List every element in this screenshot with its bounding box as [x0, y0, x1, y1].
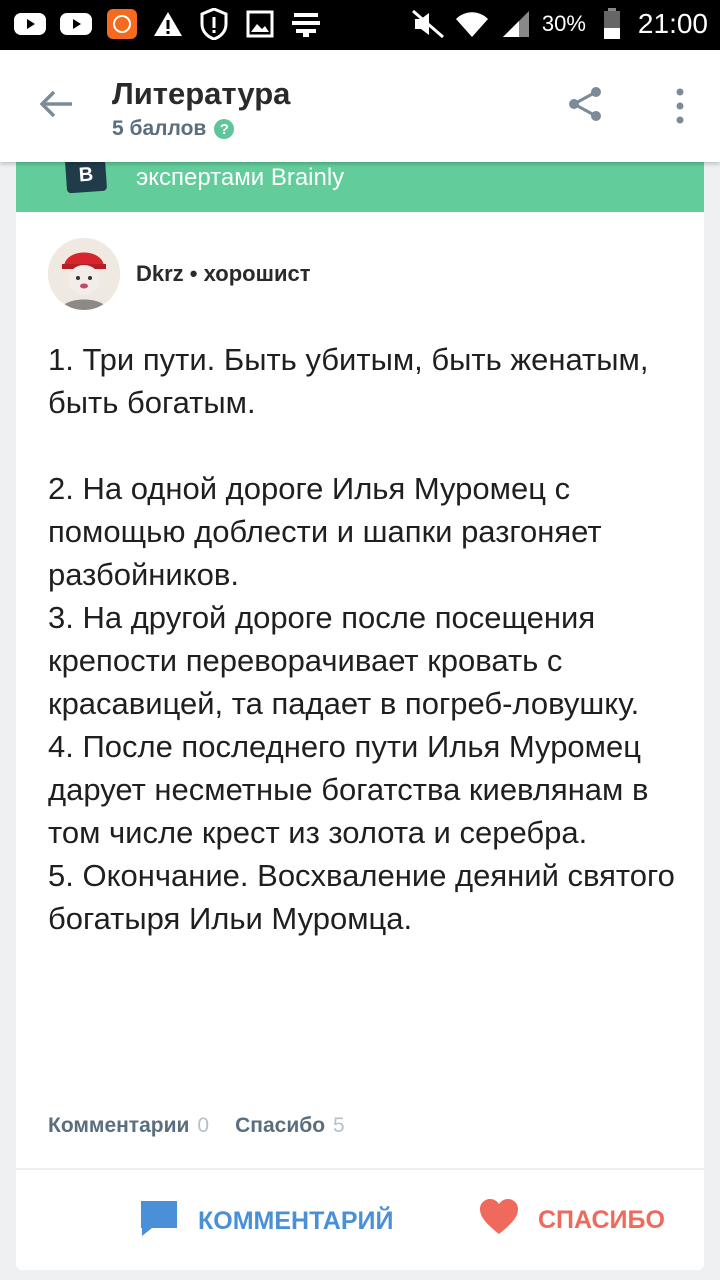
answer-text: 1. Три пути. Быть убитым, быть женатым, … — [48, 342, 675, 936]
battery-icon — [594, 6, 630, 42]
comment-button[interactable]: КОММЕНТАРИЙ — [138, 1198, 393, 1245]
lines-icon — [288, 6, 324, 42]
mute-icon — [410, 6, 446, 42]
gallery-icon — [242, 6, 278, 42]
thanks-button[interactable]: СПАСИБО — [478, 1198, 665, 1243]
comment-button-label: КОММЕНТАРИЙ — [198, 1207, 394, 1235]
divider — [16, 1168, 704, 1170]
wifi-icon — [454, 6, 490, 42]
mi-icon — [104, 6, 140, 42]
alert-icon — [196, 6, 232, 42]
youtube-icon — [12, 6, 48, 42]
answer-stats: Комментарии 0 Спасибо 5 — [48, 1114, 363, 1138]
heart-icon — [478, 1198, 520, 1243]
back-arrow-icon[interactable] — [34, 82, 78, 126]
system-icons: 30% 21:00 — [410, 6, 708, 42]
app-bar: Литература 5 баллов ? — [0, 50, 720, 162]
page-title: Литература — [112, 76, 291, 111]
points-label: 5 баллов ? — [112, 117, 235, 141]
share-icon[interactable] — [563, 82, 607, 126]
comment-icon — [138, 1198, 180, 1245]
author-name[interactable]: Dkrz • хорошист — [136, 261, 311, 287]
answer-card: B экспертами Brainly Dkrz • хорошист 1. … — [16, 140, 704, 1270]
battery-percent: 30% — [541, 11, 586, 36]
thanks-count: 5 — [333, 1114, 345, 1137]
thanks-label[interactable]: Спасибо — [235, 1114, 325, 1138]
banner-text: экспертами Brainly — [136, 164, 345, 191]
comments-label[interactable]: Комментарии — [48, 1114, 189, 1138]
avatar[interactable] — [48, 238, 120, 310]
comments-count: 0 — [197, 1114, 210, 1137]
warning-icon — [150, 6, 186, 42]
signal-icon — [498, 6, 534, 42]
answer-author[interactable]: Dkrz • хорошист — [48, 238, 311, 310]
help-icon[interactable]: ? — [214, 119, 235, 139]
thanks-button-label: СПАСИБО — [538, 1206, 665, 1234]
status-bar: 30% 21:00 — [0, 0, 720, 50]
brainly-logo-icon: B — [64, 156, 108, 194]
clock: 21:00 — [637, 8, 708, 39]
notification-icons — [12, 6, 324, 42]
youtube-icon — [58, 6, 94, 42]
points-text: 5 баллов — [112, 117, 207, 140]
more-options-icon[interactable] — [670, 86, 690, 126]
